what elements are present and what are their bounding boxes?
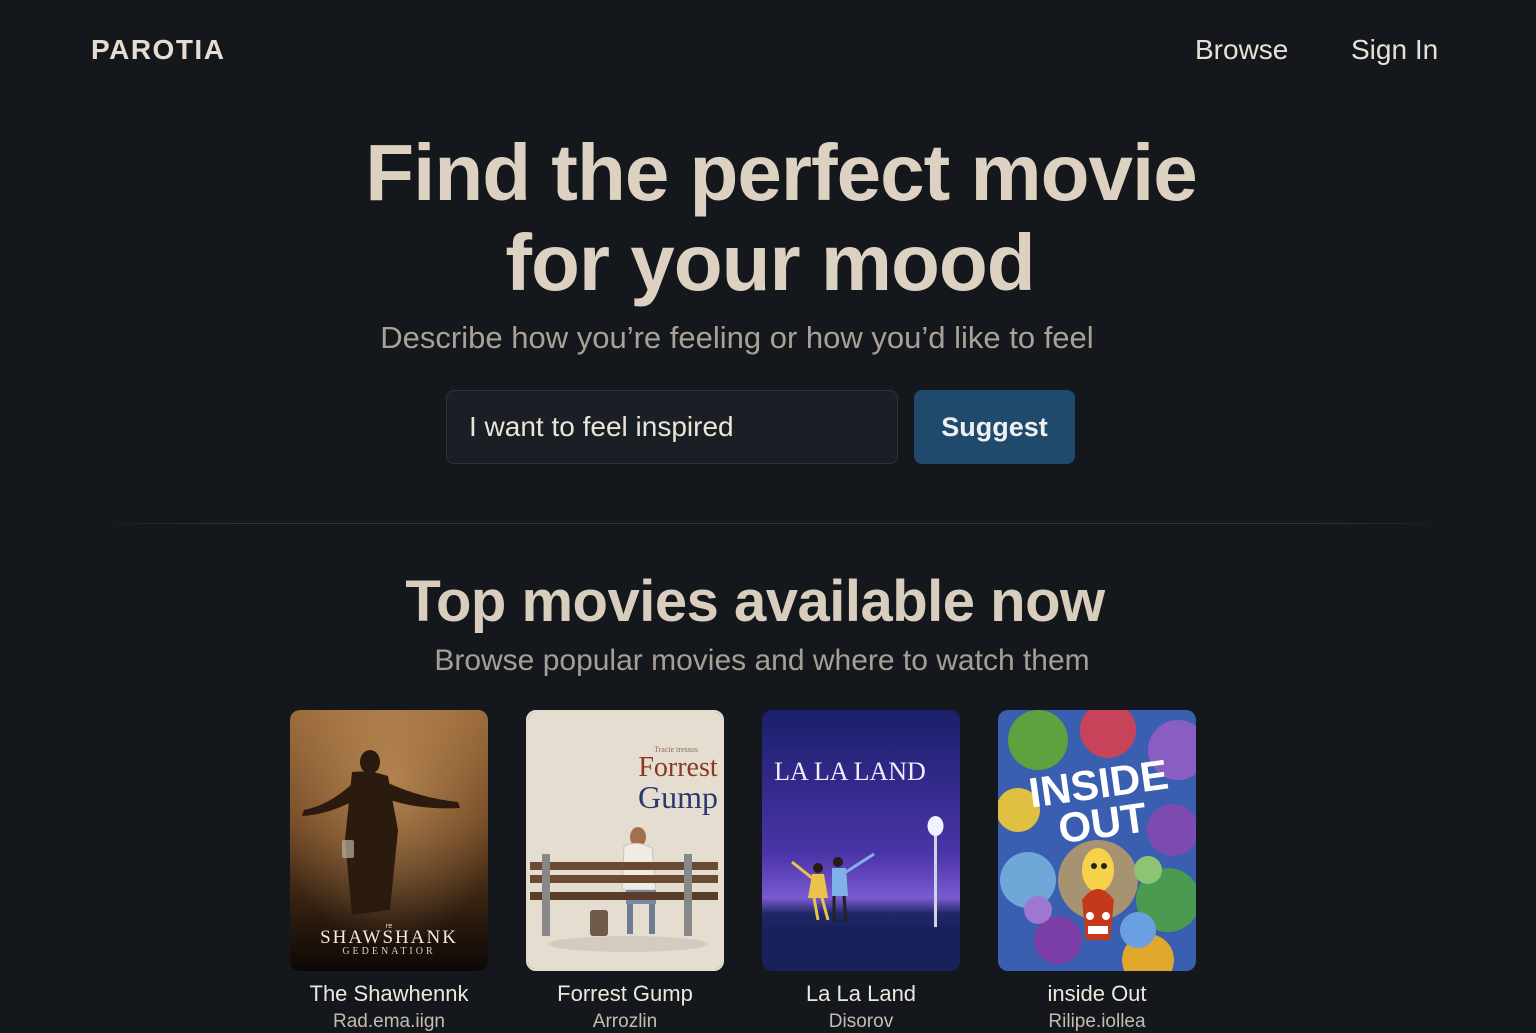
movie-provider: Disorov <box>828 1011 894 1032</box>
section-subtitle: Browse popular movies and where to watch… <box>434 644 1090 677</box>
mood-input[interactable] <box>446 390 898 464</box>
hero-title: Find the perfect movie for your mood <box>0 128 1536 308</box>
top-bar: PAROTIA Browse Sign In <box>0 0 1536 104</box>
movie-title: La La Land <box>805 981 917 1006</box>
hero-title-line-1: Find the perfect movie <box>365 128 1197 217</box>
movie-card-la-la-land[interactable]: LA LA LAND La La Land Disorov <box>762 710 960 1033</box>
movie-card-inside-out[interactable]: INSIDE OUT inside Out Rilipe.iollea <box>998 710 1196 1033</box>
movie-card-shawshank[interactable]: re SHAWSHANK GEDENATIOR The Shawhennk Ra… <box>290 710 488 1033</box>
movie-poster-forrest-gump[interactable]: Tracie tressos Forrest Gump <box>526 710 724 971</box>
hero-subtitle: Describe how you’re feeling or how you’d… <box>380 320 1094 355</box>
movie-provider: Arrozlin <box>592 1011 658 1032</box>
section-title: Top movies available now <box>405 569 1105 634</box>
movie-title: The Shawhennk <box>309 981 469 1006</box>
movie-title: inside Out <box>1047 981 1147 1006</box>
movie-poster-la-la-land[interactable]: LA LA LAND <box>762 710 960 971</box>
poster-subtitle-text: GEDENATIOR <box>342 946 435 957</box>
suggest-button[interactable]: Suggest <box>914 390 1075 464</box>
poster-title-text: LA LA LAND <box>774 757 926 786</box>
brand-logo[interactable]: PAROTIA <box>91 34 225 66</box>
movie-title: Forrest Gump <box>557 981 693 1006</box>
nav-sign-in-link[interactable]: Sign In <box>1351 34 1438 66</box>
movie-provider: Rilipe.iollea <box>1048 1011 1146 1032</box>
movie-card-forrest-gump[interactable]: Tracie tressos Forrest Gump Forrest Gump… <box>526 710 724 1033</box>
nav-browse-link[interactable]: Browse <box>1195 34 1288 66</box>
movie-provider: Rad.ema.iign <box>333 1011 445 1032</box>
divider <box>91 523 1456 524</box>
movie-poster-inside-out[interactable]: INSIDE OUT <box>998 710 1196 971</box>
poster-title-text-2: Gump <box>638 779 718 815</box>
movie-poster-shawshank[interactable]: re SHAWSHANK GEDENATIOR <box>290 710 488 971</box>
poster-title-text: SHAWSHANK <box>320 927 458 948</box>
hero-title-line-2: for your mood <box>505 218 1035 307</box>
